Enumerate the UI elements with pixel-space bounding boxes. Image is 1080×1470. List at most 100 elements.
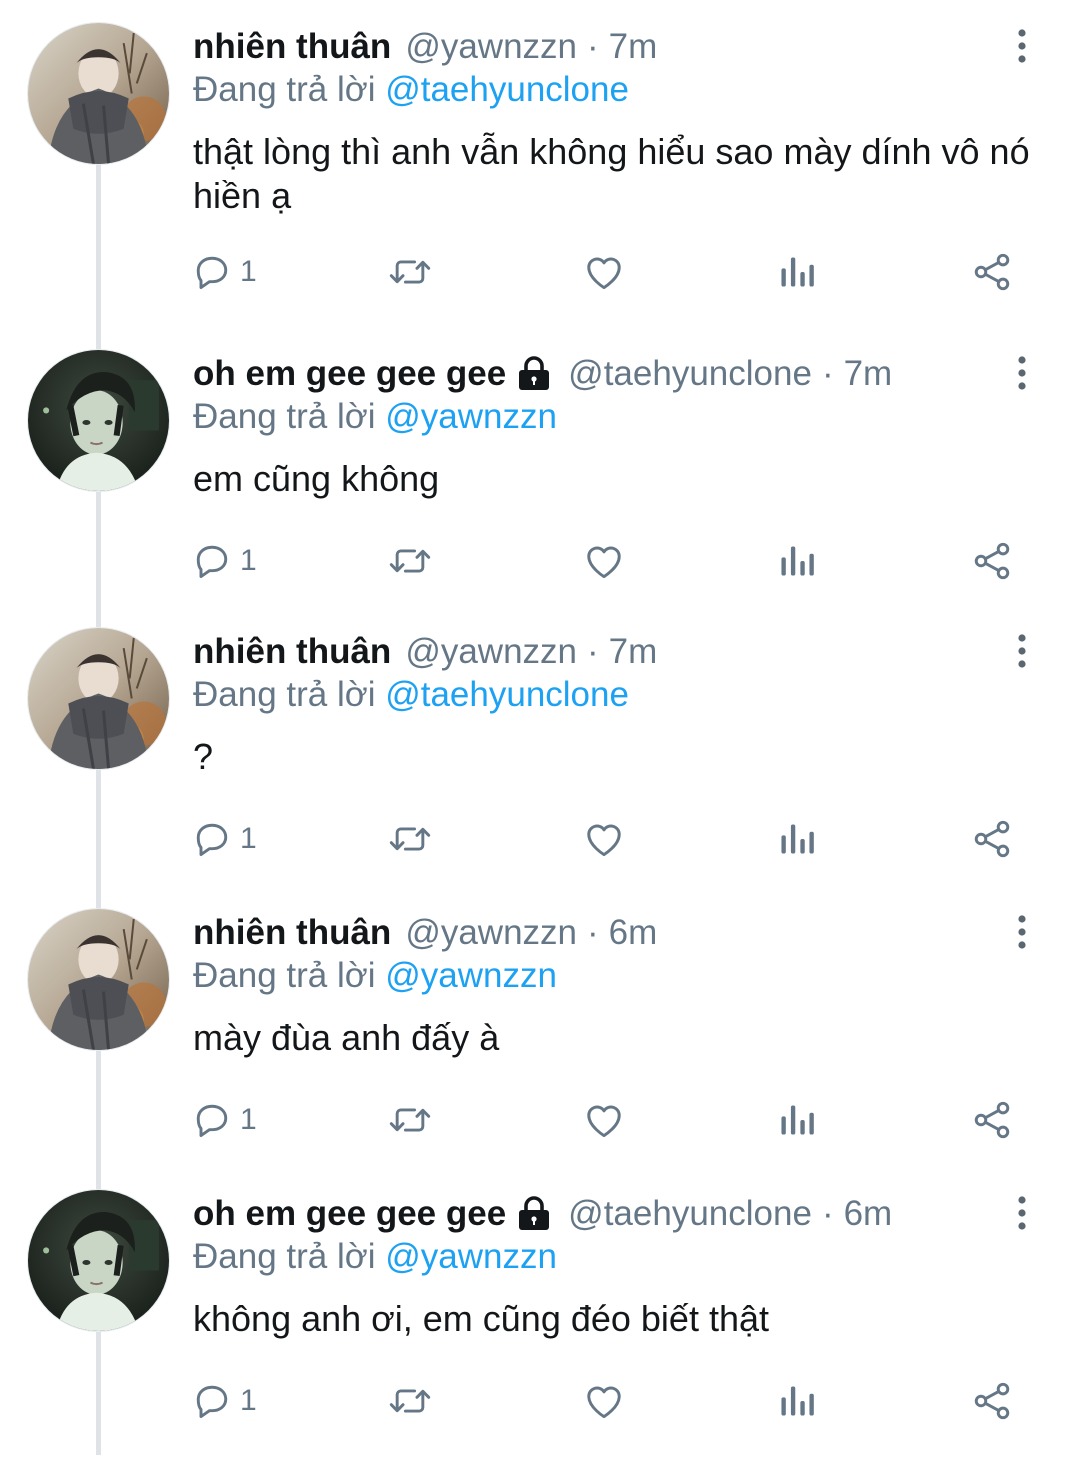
display-name[interactable]: nhiên thuân xyxy=(193,913,391,953)
separator-dot: · xyxy=(587,913,599,952)
like-button[interactable] xyxy=(582,250,626,294)
separator-dot: · xyxy=(587,27,599,66)
like-button[interactable] xyxy=(582,817,626,861)
display-name[interactable]: oh em gee gee gee xyxy=(193,354,506,394)
timestamp[interactable]: 7m xyxy=(609,632,658,672)
retweet-button[interactable] xyxy=(386,539,434,583)
replying-label: Đang trả lời xyxy=(193,1237,376,1276)
reply-icon xyxy=(190,539,234,583)
tweet-text: em cũng không xyxy=(193,458,440,499)
avatar[interactable] xyxy=(27,627,170,770)
timestamp[interactable]: 6m xyxy=(609,913,658,953)
lock-icon xyxy=(514,354,554,394)
tweet-actions: 1 xyxy=(190,250,1030,294)
lock-icon xyxy=(514,1194,554,1234)
tweet-header: oh em gee gee gee @taehyunclone · 6m xyxy=(193,1189,892,1239)
heart-icon xyxy=(582,250,626,294)
more-options-button[interactable] xyxy=(1004,1195,1040,1231)
like-button[interactable] xyxy=(582,1098,626,1142)
reply-icon xyxy=(190,817,234,861)
reply-mention-link[interactable]: @taehyunclone xyxy=(385,70,629,109)
reply-count: 1 xyxy=(240,544,257,577)
tweet-actions: 1 xyxy=(190,817,1030,861)
reply-count: 1 xyxy=(240,1103,257,1136)
replying-label: Đang trả lời xyxy=(193,675,376,714)
more-options-button[interactable] xyxy=(1004,633,1040,669)
reply-count: 1 xyxy=(240,255,257,288)
like-button[interactable] xyxy=(582,539,626,583)
timestamp[interactable]: 7m xyxy=(609,27,658,67)
share-button[interactable] xyxy=(970,1098,1014,1142)
analytics-button[interactable] xyxy=(776,817,816,861)
replying-label: Đang trả lời xyxy=(193,397,376,436)
reply-icon xyxy=(190,1098,234,1142)
reply-mention-link[interactable]: @taehyunclone xyxy=(385,675,629,714)
tweet[interactable]: nhiên thuân @yawnzzn · 7m Đang trả lời @… xyxy=(0,627,1080,908)
display-name[interactable]: oh em gee gee gee xyxy=(193,1194,506,1234)
reply-button[interactable]: 1 xyxy=(190,817,257,861)
tweet[interactable]: nhiên thuân @yawnzzn · 6m Đang trả lời @… xyxy=(0,908,1080,1189)
tweet[interactable]: nhiên thuân @yawnzzn · 7m Đang trả lời @… xyxy=(0,22,1080,303)
heart-icon xyxy=(582,1379,626,1423)
analytics-button[interactable] xyxy=(776,250,816,294)
analytics-icon xyxy=(776,250,816,294)
tweet-header: nhiên thuân @yawnzzn · 6m xyxy=(193,908,657,958)
tweet-header: nhiên thuân @yawnzzn · 7m xyxy=(193,22,657,72)
replying-to: Đang trả lời @taehyunclone xyxy=(193,70,629,110)
more-options-button[interactable] xyxy=(1004,914,1040,950)
tweet[interactable]: oh em gee gee gee @taehyunclone · 6m Đan… xyxy=(0,1189,1080,1470)
share-icon xyxy=(970,539,1014,583)
avatar[interactable] xyxy=(27,1189,170,1332)
reply-icon xyxy=(190,250,234,294)
retweet-button[interactable] xyxy=(386,817,434,861)
replying-to: Đang trả lời @taehyunclone xyxy=(193,675,629,715)
user-handle[interactable]: @taehyunclone xyxy=(568,1194,812,1234)
analytics-icon xyxy=(776,1379,816,1423)
user-handle[interactable]: @yawnzzn xyxy=(405,913,577,953)
share-button[interactable] xyxy=(970,539,1014,583)
analytics-button[interactable] xyxy=(776,1098,816,1142)
reply-mention-link[interactable]: @yawnzzn xyxy=(385,397,557,436)
display-name[interactable]: nhiên thuân xyxy=(193,632,391,672)
reply-button[interactable]: 1 xyxy=(190,539,257,583)
user-handle[interactable]: @taehyunclone xyxy=(568,354,812,394)
reply-mention-link[interactable]: @yawnzzn xyxy=(385,956,557,995)
retweet-icon xyxy=(386,1379,434,1423)
tweet[interactable]: oh em gee gee gee @taehyunclone · 7m Đan… xyxy=(0,349,1080,630)
reply-icon xyxy=(190,1379,234,1423)
share-button[interactable] xyxy=(970,250,1014,294)
analytics-button[interactable] xyxy=(776,539,816,583)
share-icon xyxy=(970,1379,1014,1423)
separator-dot: · xyxy=(821,354,834,393)
avatar[interactable] xyxy=(27,349,170,492)
avatar[interactable] xyxy=(27,22,170,165)
timestamp[interactable]: 7m xyxy=(844,354,893,394)
tweet-text: mày đùa anh đấy à xyxy=(193,1017,500,1058)
retweet-button[interactable] xyxy=(386,1379,434,1423)
reply-button[interactable]: 1 xyxy=(190,250,257,294)
retweet-icon xyxy=(386,250,434,294)
user-handle[interactable]: @yawnzzn xyxy=(405,632,577,672)
avatar[interactable] xyxy=(27,908,170,1051)
share-button[interactable] xyxy=(970,817,1014,861)
more-options-button[interactable] xyxy=(1004,28,1040,64)
more-options-button[interactable] xyxy=(1004,355,1040,391)
timestamp[interactable]: 6m xyxy=(844,1194,893,1234)
tweet-text: không anh ơi, em cũng đéo biết thật xyxy=(193,1298,769,1339)
retweet-button[interactable] xyxy=(386,250,434,294)
user-handle[interactable]: @yawnzzn xyxy=(405,27,577,67)
share-button[interactable] xyxy=(970,1379,1014,1423)
display-name[interactable]: nhiên thuân xyxy=(193,27,391,67)
heart-icon xyxy=(582,539,626,583)
retweet-button[interactable] xyxy=(386,1098,434,1142)
separator-dot: · xyxy=(821,1194,834,1233)
analytics-button[interactable] xyxy=(776,1379,816,1423)
heart-icon xyxy=(582,817,626,861)
reply-button[interactable]: 1 xyxy=(190,1098,257,1142)
retweet-icon xyxy=(386,1098,434,1142)
tweet-actions: 1 xyxy=(190,1379,1030,1423)
reply-button[interactable]: 1 xyxy=(190,1379,257,1423)
tweet-actions: 1 xyxy=(190,1098,1030,1142)
like-button[interactable] xyxy=(582,1379,626,1423)
reply-mention-link[interactable]: @yawnzzn xyxy=(385,1237,557,1276)
